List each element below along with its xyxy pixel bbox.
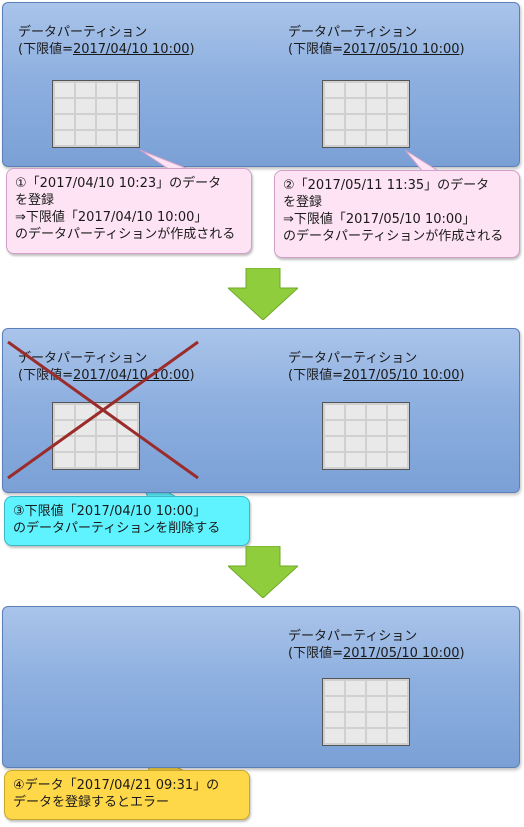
table-cell xyxy=(388,681,407,695)
table-cell xyxy=(346,729,365,743)
table-cell xyxy=(367,681,386,695)
stage3-callout: ④データ「2017/04/21 09:31」の データを登録するとエラー xyxy=(4,770,250,820)
table-cell xyxy=(325,681,344,695)
table-cell xyxy=(325,729,344,743)
table-cell xyxy=(325,713,344,727)
table-cell xyxy=(367,729,386,743)
down-arrow-2 xyxy=(228,546,298,598)
stage3-right-partition-table xyxy=(322,678,410,746)
table-cell xyxy=(388,713,407,727)
stage2-callout: ③下限値「2017/04/10 10:00」 のデータパーティションを削除する xyxy=(4,496,250,546)
stage3-right-partition-label: データパーティション (下限値=2017/05/10 10:00) xyxy=(288,629,465,661)
table-cell xyxy=(346,681,365,695)
table-cell xyxy=(367,697,386,711)
table-cell xyxy=(346,713,365,727)
table-cell xyxy=(346,697,365,711)
table-cell xyxy=(325,697,344,711)
table-cell xyxy=(367,713,386,727)
table-cell xyxy=(388,729,407,743)
stage3-right-lower-bound: 2017/05/10 10:00 xyxy=(342,646,460,661)
table-cell xyxy=(388,697,407,711)
